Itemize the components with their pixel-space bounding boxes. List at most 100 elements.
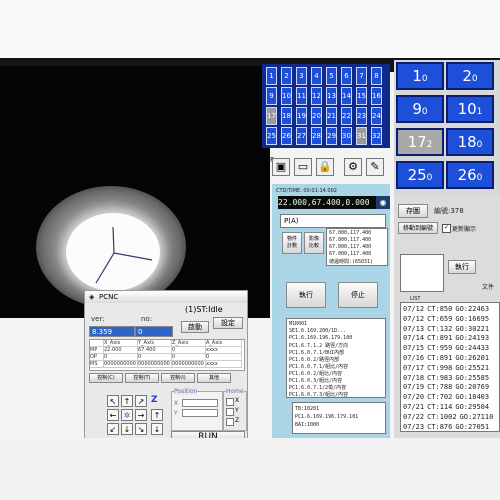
list-item[interactable]: 07/17 CT:998 GO:25521 bbox=[403, 364, 492, 372]
jog-up-icon[interactable]: ↑ bbox=[121, 395, 133, 407]
tab-control-t[interactable]: 控制(T) bbox=[125, 373, 159, 383]
list-item[interactable]: 07/21 CT:114 GO:29504 bbox=[403, 403, 492, 411]
channel-cell[interactable]: 28 bbox=[311, 127, 322, 145]
channel-cell[interactable]: 16 bbox=[371, 87, 382, 105]
pos-x-field[interactable] bbox=[182, 399, 218, 407]
setup-button[interactable]: 設定 bbox=[213, 317, 243, 329]
jog-up-left-icon[interactable]: ↖ bbox=[107, 395, 119, 407]
jog-down-right-icon[interactable]: ↘ bbox=[135, 423, 147, 435]
channel-cell[interactable]: 24 bbox=[371, 107, 382, 125]
tab-other[interactable]: 其他 bbox=[197, 373, 231, 383]
channel-tile[interactable]: 180 bbox=[446, 128, 494, 156]
exec-button[interactable]: 執行 bbox=[448, 260, 476, 274]
list-item[interactable]: 07/13 CT:132 GO:30221 bbox=[403, 325, 492, 333]
measure-icon[interactable]: ✎ bbox=[366, 158, 384, 176]
move-to-code-button[interactable]: 移動到編號 bbox=[398, 222, 438, 234]
channel-tile[interactable]: 250 bbox=[396, 161, 444, 189]
log-line: PC1.6.169.196.179.101 bbox=[295, 414, 359, 420]
program-input[interactable]: P(A) bbox=[280, 214, 386, 228]
list-item[interactable]: 07/19 CT:788 GO:20769 bbox=[403, 383, 492, 391]
channel-cell[interactable]: 17 bbox=[266, 107, 277, 125]
list-item[interactable]: 07/23 CT:876 GO:27051 bbox=[403, 423, 492, 431]
list-item[interactable]: 07/22 CT:1002 GO:27110 bbox=[403, 413, 496, 421]
list-item[interactable]: 07/18 CT:983 GO:25585 bbox=[403, 374, 492, 382]
list-item[interactable]: 07/12 CT:850 GO:22463 bbox=[403, 305, 492, 313]
channel-cell[interactable]: 2 bbox=[281, 67, 292, 85]
jog-home-icon[interactable]: ✲ bbox=[121, 409, 133, 421]
channel-cell[interactable]: 4 bbox=[311, 67, 322, 85]
save-icon[interactable]: ▣ bbox=[272, 158, 290, 176]
channel-cell[interactable]: 11 bbox=[296, 87, 307, 105]
home-x-checkbox[interactable] bbox=[226, 398, 234, 406]
channel-tile[interactable]: 90 bbox=[396, 95, 444, 123]
jog-left-icon[interactable]: ← bbox=[107, 409, 119, 421]
folder-icon[interactable]: ▭ bbox=[294, 158, 312, 176]
channel-tile[interactable]: 20 bbox=[446, 62, 494, 90]
channel-cell[interactable]: 3 bbox=[296, 67, 307, 85]
channel-cell[interactable]: 30 bbox=[341, 127, 352, 145]
channel-tile[interactable]: 172 bbox=[396, 128, 444, 156]
jog-right-icon[interactable]: → bbox=[135, 409, 147, 421]
channel-tile[interactable]: 260 bbox=[446, 161, 494, 189]
channel-cell[interactable]: 9 bbox=[266, 87, 277, 105]
tool-icon[interactable]: ⚙ bbox=[344, 158, 362, 176]
channel-cell[interactable]: 22 bbox=[341, 107, 352, 125]
save-image-button[interactable]: 存圖 bbox=[398, 204, 428, 218]
channel-cell[interactable]: 1 bbox=[266, 67, 277, 85]
record-list[interactable]: 07/12 CT:850 GO:22463 07/12 CT:659 GO:16695 07… bbox=[400, 302, 500, 432]
channel-cell[interactable]: 14 bbox=[341, 87, 352, 105]
channel-cell[interactable]: 31 bbox=[356, 127, 367, 145]
camera-view[interactable] bbox=[0, 66, 270, 318]
stop-button[interactable]: 停止 bbox=[338, 282, 378, 308]
channel-cell[interactable]: 13 bbox=[326, 87, 337, 105]
list-item[interactable]: 07/14 CT:891 GO:24193 bbox=[403, 334, 492, 342]
channel-cell[interactable]: 25 bbox=[266, 127, 277, 145]
channel-cell[interactable]: 19 bbox=[296, 107, 307, 125]
channel-cell[interactable]: 8 bbox=[371, 67, 382, 85]
channel-cell[interactable]: 7 bbox=[356, 67, 367, 85]
tab-control-i[interactable]: 控制(I) bbox=[161, 373, 195, 383]
refresh-checkbox[interactable]: ✓ bbox=[442, 224, 451, 233]
pos-y-field[interactable] bbox=[182, 409, 218, 417]
home-y-checkbox[interactable] bbox=[226, 408, 234, 416]
pcnc-window[interactable]: ◈ PCNC (1)ST:Idle ver: no: 8.359 0 啟動 設定… bbox=[84, 290, 248, 444]
list-item[interactable]: 07/16 CT:891 GO:26201 bbox=[403, 354, 492, 362]
axis-header: Y_Axis bbox=[138, 340, 172, 347]
channel-cell[interactable]: 12 bbox=[311, 87, 322, 105]
channel-tile[interactable]: 101 bbox=[446, 95, 494, 123]
channel-tile[interactable]: 10 bbox=[396, 62, 444, 90]
jog-down-icon[interactable]: ↓ bbox=[121, 423, 133, 435]
tab-control-c[interactable]: 控制(C) bbox=[89, 373, 123, 383]
list-item[interactable]: 07/15 CT:959 GO:24433 bbox=[403, 344, 492, 352]
list-item[interactable]: 07/20 CT:702 GO:18403 bbox=[403, 393, 492, 401]
channel-cell[interactable]: 6 bbox=[341, 67, 352, 85]
object-count-button[interactable]: 物件 計數 bbox=[282, 232, 302, 254]
jog-down-left-icon[interactable]: ↙ bbox=[107, 423, 119, 435]
channel-cell[interactable]: 20 bbox=[311, 107, 322, 125]
ver-field[interactable]: 8.359 bbox=[89, 326, 135, 337]
no-field[interactable]: 0 bbox=[135, 326, 173, 337]
record-date: 07/23 bbox=[403, 422, 425, 431]
channel-cell[interactable]: 23 bbox=[356, 107, 367, 125]
channel-cell[interactable]: 15 bbox=[356, 87, 367, 105]
channel-cell[interactable]: 29 bbox=[326, 127, 337, 145]
start-button[interactable]: 啟動 bbox=[181, 321, 209, 333]
channel-cell[interactable]: 18 bbox=[281, 107, 292, 125]
run-exec-button[interactable]: 執行 bbox=[286, 282, 326, 308]
z-up-icon[interactable]: ↑ bbox=[151, 409, 163, 421]
z-down-icon[interactable]: ↓ bbox=[151, 423, 163, 435]
channel-number: 26 bbox=[457, 166, 477, 184]
log-line: BAI:1000 bbox=[295, 422, 320, 428]
channel-cell[interactable]: 5 bbox=[326, 67, 337, 85]
channel-cell[interactable]: 21 bbox=[326, 107, 337, 125]
lock-icon[interactable]: 🔒 bbox=[316, 158, 334, 176]
channel-cell[interactable]: 27 bbox=[296, 127, 307, 145]
camera-icon[interactable]: ◉ bbox=[376, 196, 390, 209]
channel-cell[interactable]: 26 bbox=[281, 127, 292, 145]
list-item[interactable]: 07/12 CT:659 GO:16695 bbox=[403, 315, 492, 323]
channel-cell[interactable]: 10 bbox=[281, 87, 292, 105]
jog-up-right-icon[interactable]: ↗ bbox=[135, 395, 147, 407]
home-z-checkbox[interactable] bbox=[226, 418, 234, 426]
image-compare-button[interactable]: 影像 比較 bbox=[304, 232, 324, 254]
channel-cell[interactable]: 32 bbox=[371, 127, 382, 145]
